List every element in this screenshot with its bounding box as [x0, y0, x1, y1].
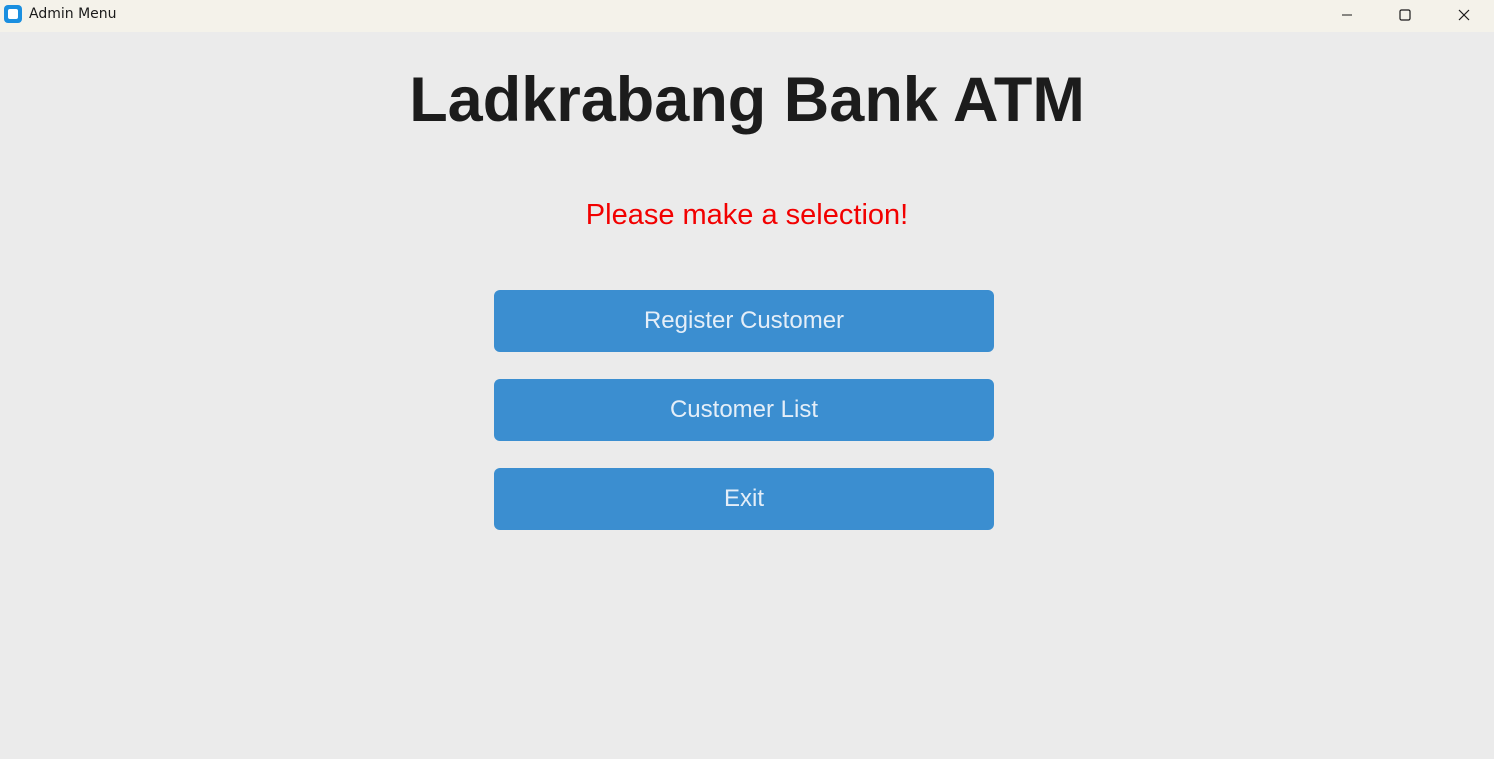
- maximize-button[interactable]: [1376, 0, 1434, 30]
- exit-button[interactable]: Exit: [494, 468, 994, 530]
- close-icon: [1458, 9, 1470, 21]
- close-button[interactable]: [1435, 0, 1493, 30]
- window-title: Admin Menu: [29, 6, 117, 22]
- admin-menu-window: Admin Menu Ladkrabang Bank ATM Please ma…: [0, 0, 1494, 759]
- minimize-icon: [1342, 14, 1352, 16]
- page-title: Ladkrabang Bank ATM: [409, 65, 1085, 135]
- maximize-icon: [1399, 9, 1411, 21]
- minimize-button[interactable]: [1318, 0, 1376, 30]
- customer-list-button[interactable]: Customer List: [494, 379, 994, 441]
- register-customer-button[interactable]: Register Customer: [494, 290, 994, 352]
- selection-prompt: Please make a selection!: [585, 199, 909, 231]
- app-icon: [4, 5, 22, 23]
- title-bar[interactable]: Admin Menu: [0, 0, 1494, 32]
